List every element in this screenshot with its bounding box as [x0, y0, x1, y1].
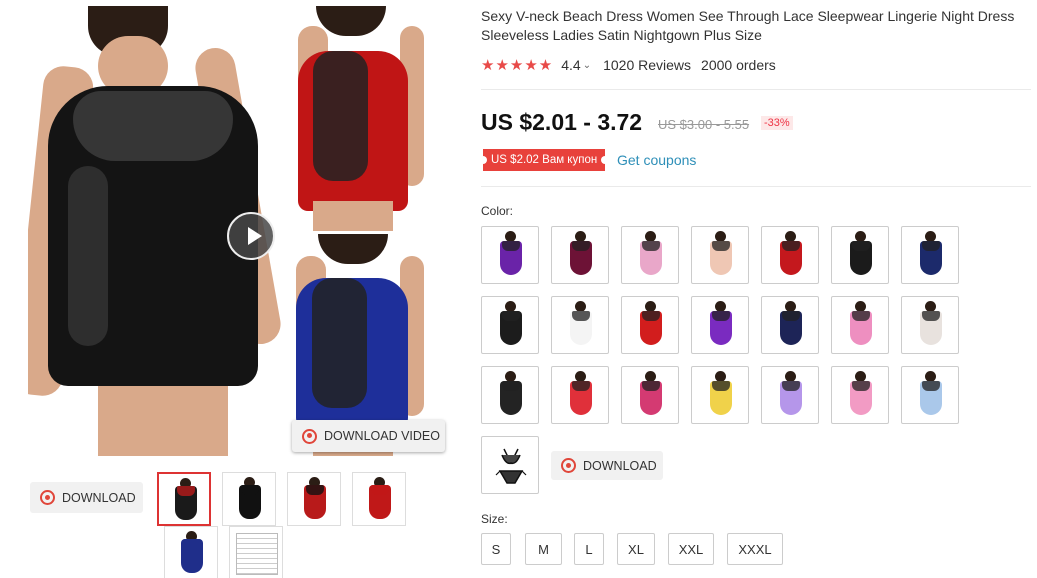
color-swatch-red[interactable]: [761, 226, 819, 284]
main-product-image[interactable]: [28, 6, 448, 456]
size-option-xl[interactable]: XL: [617, 533, 655, 565]
rating-stars-icon: ★★★★★: [481, 57, 554, 74]
gallery-thumbnail[interactable]: [352, 472, 406, 526]
orders-count: 2000 orders: [701, 57, 776, 73]
color-swatch-red-3[interactable]: [551, 366, 609, 424]
download-label: DOWNLOAD: [62, 490, 136, 505]
size-option-xxl[interactable]: XXL: [668, 533, 714, 565]
rating-value[interactable]: 4.4: [561, 57, 580, 73]
divider: [481, 186, 1031, 187]
download-images-button[interactable]: DOWNLOAD: [30, 482, 143, 513]
gallery-thumbnail[interactable]: [287, 472, 341, 526]
download-icon: [302, 428, 317, 444]
color-swatch-black[interactable]: [831, 226, 889, 284]
bikini-icon: [495, 448, 527, 484]
download-icon: [40, 490, 55, 505]
product-title: Sexy V-neck Beach Dress Women See Throug…: [481, 8, 1015, 43]
download-icon: [561, 458, 576, 473]
color-label: Color:: [481, 204, 514, 218]
color-swatch-purple[interactable]: [481, 226, 539, 284]
rating-row: ★★★★★ 4.4 ⌄ 1020 Reviews 2000 orders: [481, 56, 776, 74]
size-option-xxxl[interactable]: XXXL: [727, 533, 783, 565]
download-video-button[interactable]: DOWNLOAD VIDEO: [292, 420, 445, 452]
get-coupons-link[interactable]: Get coupons: [617, 152, 696, 168]
color-swatch-pink-3[interactable]: [831, 366, 889, 424]
gallery-thumbnail[interactable]: [157, 472, 211, 526]
color-swatch-pink-2[interactable]: [831, 296, 889, 354]
color-swatch-red-2[interactable]: [621, 296, 679, 354]
reviews-count[interactable]: 1020 Reviews: [603, 57, 691, 73]
original-price: US $3.00 - 5.55: [658, 117, 750, 132]
discount-badge: -33%: [761, 116, 793, 130]
color-swatch-white-2[interactable]: [901, 296, 959, 354]
color-swatch-yellow[interactable]: [691, 366, 749, 424]
play-video-button[interactable]: [227, 212, 275, 260]
coupon-badge[interactable]: US $2.02 Вам купон: [478, 149, 610, 171]
size-option-m[interactable]: M: [525, 533, 562, 565]
size-option-s[interactable]: S: [481, 533, 511, 565]
color-swatch-navy[interactable]: [901, 226, 959, 284]
gallery-thumbnail[interactable]: [229, 526, 283, 578]
gallery-thumbnail[interactable]: [222, 472, 276, 526]
color-swatch-black-3[interactable]: [481, 366, 539, 424]
download-video-label: DOWNLOAD VIDEO: [324, 429, 440, 443]
color-swatch-purple-2[interactable]: [691, 296, 749, 354]
color-swatch-light-blue[interactable]: [901, 366, 959, 424]
chevron-down-icon[interactable]: ⌄: [583, 60, 591, 71]
color-swatch-champagne[interactable]: [691, 226, 749, 284]
color-swatch-white[interactable]: [551, 296, 609, 354]
size-option-l[interactable]: L: [574, 533, 604, 565]
size-label: Size:: [481, 512, 508, 526]
gallery-thumbnail[interactable]: [164, 526, 218, 578]
download-colors-button[interactable]: DOWNLOAD: [551, 451, 663, 480]
color-swatch-black-2[interactable]: [481, 296, 539, 354]
price-range: US $2.01 - 3.72: [481, 109, 643, 135]
color-swatch-rose[interactable]: [621, 366, 679, 424]
color-swatch-pink[interactable]: [621, 226, 679, 284]
download-label: DOWNLOAD: [583, 458, 657, 473]
color-swatch-wine[interactable]: [551, 226, 609, 284]
color-swatch-navy-2[interactable]: [761, 296, 819, 354]
color-swatch-lavender[interactable]: [761, 366, 819, 424]
divider: [481, 89, 1031, 90]
color-swatch-bikini[interactable]: [481, 436, 539, 494]
